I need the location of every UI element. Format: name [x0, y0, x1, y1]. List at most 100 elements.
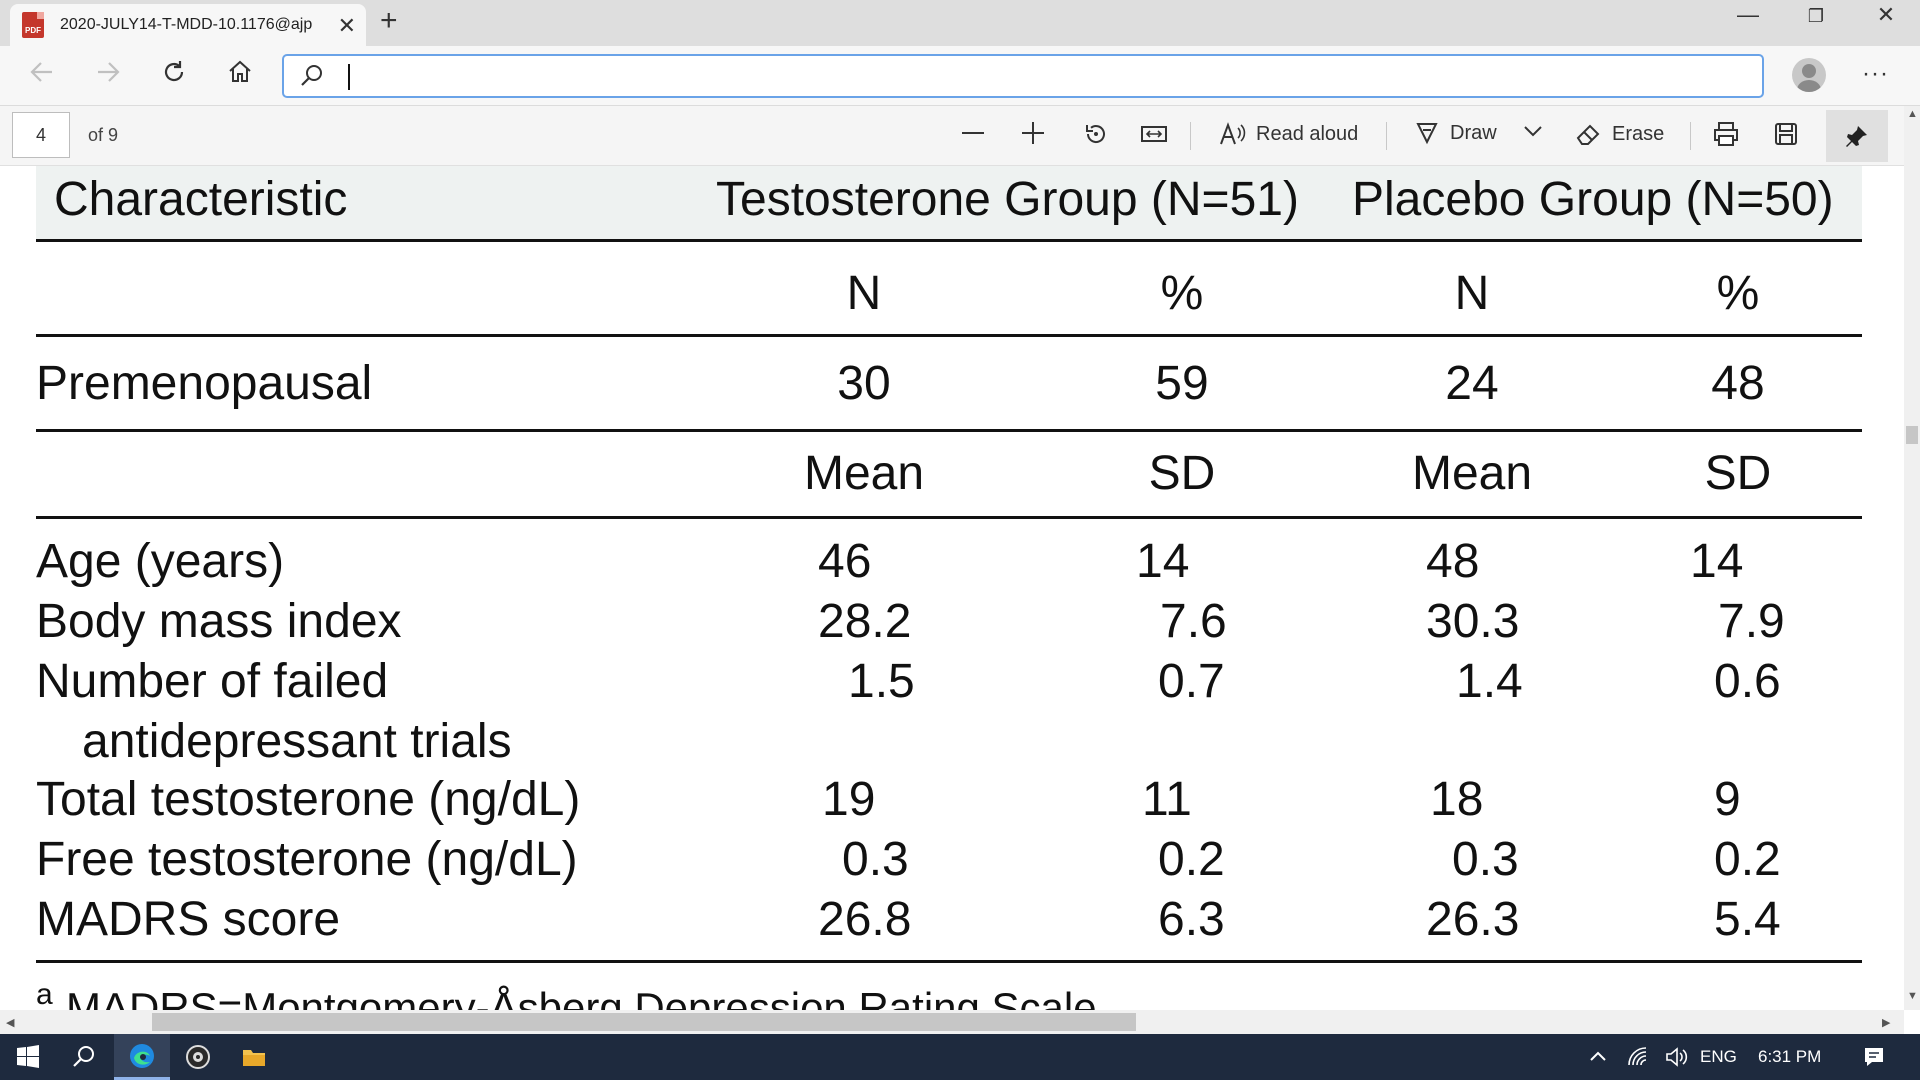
- more-options-icon[interactable]: ···: [1862, 60, 1889, 88]
- restore-button[interactable]: ❐: [1796, 6, 1836, 27]
- table-cell: 59: [1155, 357, 1209, 410]
- pdf-document-view: Characteristic Testosterone Group (N=51)…: [0, 166, 1904, 1010]
- save-icon[interactable]: [1772, 120, 1800, 148]
- vertical-scrollbar[interactable]: ▲ ▼: [1904, 106, 1920, 1010]
- zoom-in-icon[interactable]: [1020, 120, 1046, 146]
- table-cell: 7.9: [1718, 595, 1785, 648]
- title-bar: PDF 2020-JULY14-T-MDD-10.1176@ajp ✕ + — …: [0, 0, 1920, 46]
- subheader-mean: Mean: [1411, 447, 1533, 500]
- toolbar-divider: [1190, 122, 1191, 150]
- scroll-right-arrow-icon[interactable]: ▶: [1882, 1016, 1890, 1029]
- vertical-scroll-thumb[interactable]: [1906, 426, 1918, 444]
- browser-tab[interactable]: PDF 2020-JULY14-T-MDD-10.1176@ajp ✕: [10, 4, 366, 46]
- table-cell: 30: [837, 357, 891, 410]
- eraser-icon: [1576, 124, 1600, 145]
- print-icon[interactable]: [1712, 120, 1740, 148]
- row-label: MADRS score: [36, 893, 341, 946]
- forward-arrow-icon[interactable]: [88, 58, 128, 93]
- toolbar-divider: [1386, 122, 1387, 150]
- read-aloud-icon: [1220, 122, 1246, 145]
- search-icon: [298, 62, 326, 95]
- horizontal-scroll-thumb[interactable]: [152, 1013, 1136, 1031]
- address-input[interactable]: [348, 62, 1728, 90]
- table-cell: 7.6: [1160, 595, 1227, 648]
- table-cell: 19: [822, 773, 876, 826]
- close-window-button[interactable]: ✕: [1866, 2, 1906, 28]
- rotate-icon[interactable]: [1082, 120, 1110, 148]
- table-cell: 0.6: [1714, 655, 1781, 708]
- page-number-input[interactable]: 4: [12, 112, 70, 158]
- start-windows-icon[interactable]: [0, 1034, 56, 1080]
- volume-icon[interactable]: [1656, 1034, 1696, 1080]
- table-cell: 5.4: [1714, 893, 1781, 946]
- column-header-testosterone-group: Testosterone Group (N=51): [716, 173, 1299, 226]
- tab-close-icon[interactable]: ✕: [338, 13, 356, 39]
- fit-to-width-icon[interactable]: [1140, 120, 1168, 148]
- scroll-left-arrow-icon[interactable]: ◀: [6, 1016, 14, 1029]
- input-language-indicator[interactable]: ENG: [1700, 1047, 1737, 1067]
- table-cell: 6.3: [1158, 893, 1225, 946]
- new-tab-button[interactable]: +: [380, 4, 398, 38]
- file-explorer-icon[interactable]: [226, 1034, 282, 1080]
- draw-button[interactable]: Draw: [1414, 120, 1497, 146]
- address-bar[interactable]: [282, 54, 1764, 98]
- table-cell: 1.4: [1456, 655, 1523, 708]
- erase-button[interactable]: Erase: [1574, 120, 1664, 148]
- scroll-up-arrow-icon[interactable]: ▲: [1907, 108, 1918, 120]
- pdf-file-icon: PDF: [22, 12, 44, 38]
- read-aloud-button[interactable]: Read aloud: [1218, 120, 1358, 148]
- search-icon[interactable]: [56, 1034, 112, 1080]
- row-label: Free testosterone (ng/dL): [36, 833, 578, 886]
- edge-browser-icon[interactable]: [114, 1034, 170, 1080]
- action-center-notification-icon[interactable]: [1846, 1034, 1902, 1080]
- pdf-toolbar: 4 of 9 Read aloud Draw Erase: [0, 106, 1904, 166]
- navigation-bar: ···: [0, 46, 1920, 106]
- subheader-n: N: [846, 267, 882, 320]
- windows-taskbar: ENG 6:31 PM: [0, 1034, 1920, 1080]
- show-hidden-icons-chevron-up-icon[interactable]: [1578, 1034, 1618, 1080]
- table-rule: [36, 516, 1862, 519]
- wifi-icon[interactable]: [1618, 1034, 1658, 1080]
- text-caret: [348, 64, 350, 90]
- draw-options-chevron-down-icon[interactable]: [1522, 120, 1544, 142]
- row-label: Number of failed: [36, 655, 389, 708]
- table-cell: 30.3: [1426, 595, 1520, 648]
- row-label: Age (years): [36, 535, 285, 588]
- subheader-sd: SD: [1148, 447, 1216, 500]
- row-label: Total testosterone (ng/dL): [36, 773, 581, 826]
- home-icon[interactable]: [220, 58, 260, 93]
- subheader-mean: Mean: [803, 447, 925, 500]
- back-arrow-icon[interactable]: [22, 58, 62, 93]
- table-cell: 1.5: [848, 655, 915, 708]
- table-cell: 28.2: [818, 595, 912, 648]
- table-cell: 48: [1426, 535, 1480, 588]
- read-aloud-label: Read aloud: [1256, 122, 1359, 145]
- subheader-percent: %: [1716, 267, 1760, 320]
- row-label-premenopausal: Premenopausal: [36, 357, 373, 410]
- footnote-marker: a: [36, 978, 53, 1010]
- subheader-n: N: [1454, 267, 1490, 320]
- table-cell: 0.2: [1714, 833, 1781, 886]
- row-label-continuation: antidepressant trials: [82, 715, 512, 768]
- table-rule: [36, 429, 1862, 432]
- table-rule: [36, 960, 1862, 963]
- media-player-icon[interactable]: [170, 1034, 226, 1080]
- refresh-icon[interactable]: [154, 58, 194, 93]
- pin-toolbar-icon[interactable]: [1826, 110, 1888, 162]
- table-cell: 26.3: [1426, 893, 1520, 946]
- zoom-out-icon[interactable]: [960, 120, 986, 146]
- table-cell: 18: [1430, 773, 1484, 826]
- profile-avatar-icon[interactable]: [1792, 58, 1826, 92]
- system-clock[interactable]: 6:31 PM: [1758, 1047, 1821, 1067]
- table-cell: 26.8: [818, 893, 912, 946]
- table-cell: 0.7: [1158, 655, 1225, 708]
- minimize-button[interactable]: —: [1728, 2, 1768, 28]
- table-cell: 48: [1711, 357, 1765, 410]
- tab-title: 2020-JULY14-T-MDD-10.1176@ajp: [60, 16, 313, 33]
- table-cell: 24: [1445, 357, 1499, 410]
- horizontal-scrollbar[interactable]: ◀ ▶: [0, 1010, 1904, 1034]
- table-cell: 0.3: [842, 833, 909, 886]
- row-label: Body mass index: [36, 595, 402, 648]
- footnote-text: MADRS=Montgomery-Åsberg Depression Ratin…: [66, 984, 1109, 1010]
- scroll-down-arrow-icon[interactable]: ▼: [1907, 990, 1918, 1002]
